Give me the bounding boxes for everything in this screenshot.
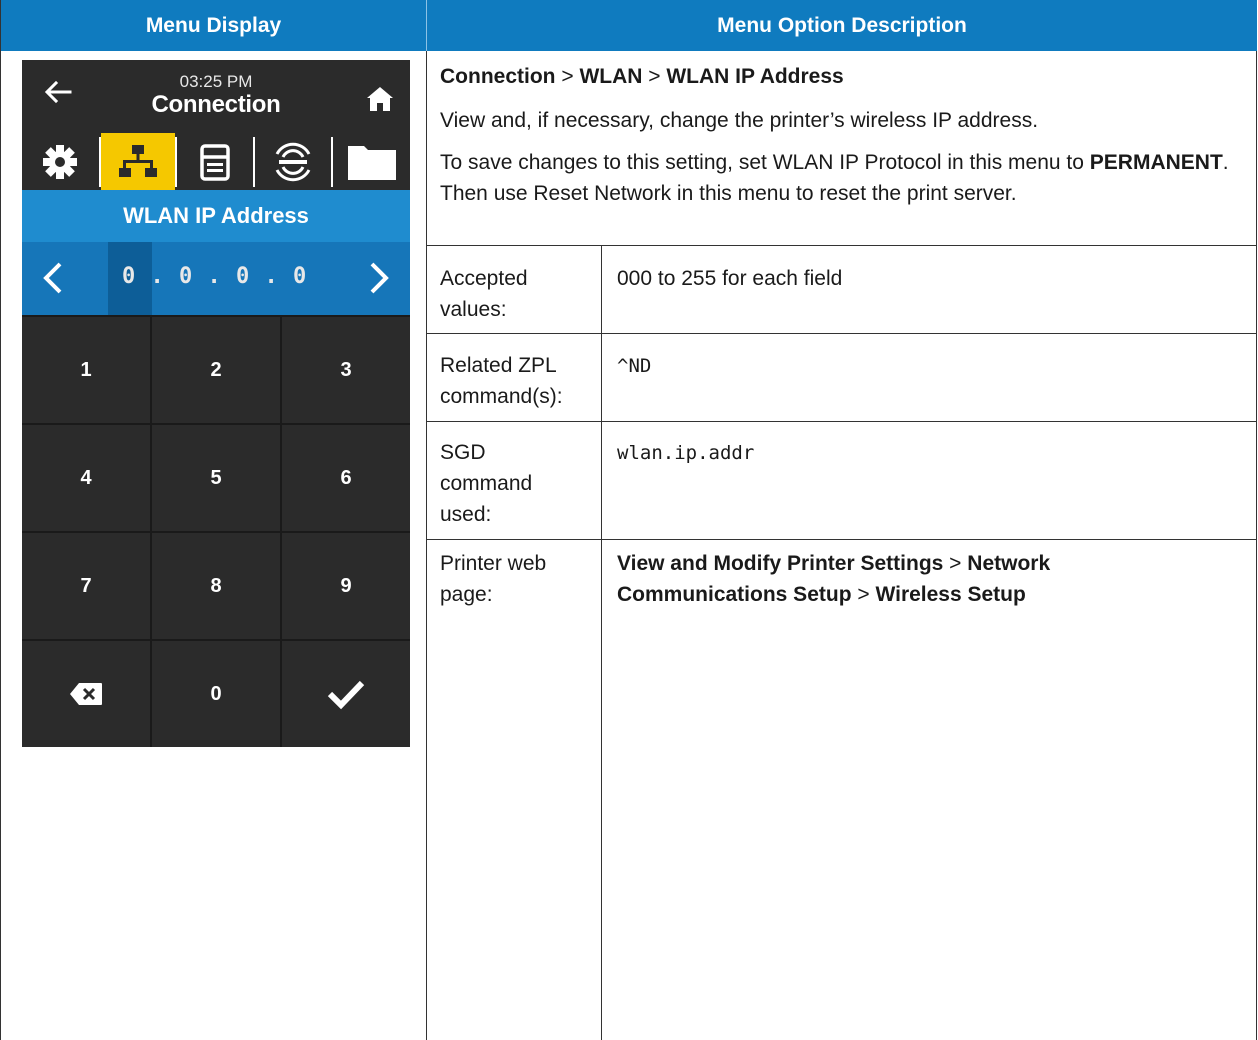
network-icon xyxy=(119,144,157,177)
option-note: To save changes to this setting, set WLA… xyxy=(440,147,1240,209)
backspace-icon xyxy=(70,683,102,705)
zpl-command-value: ^ND xyxy=(617,355,652,377)
key-9[interactable]: 9 xyxy=(282,533,410,639)
breadcrumb-wlan: WLAN xyxy=(579,65,643,88)
keypad: 1 2 3 4 5 6 7 8 9 0 xyxy=(22,315,410,747)
accepted-values-value: 000 to 255 for each field xyxy=(617,267,843,290)
tab-storage[interactable] xyxy=(333,133,410,190)
tab-rfid[interactable] xyxy=(255,133,331,190)
chevron-left-icon[interactable] xyxy=(34,258,74,298)
breadcrumb-separator: > xyxy=(642,65,667,88)
breadcrumb-wlan-ip-address: WLAN IP Address xyxy=(666,65,844,88)
note-permanent: PERMANENT xyxy=(1089,151,1223,174)
breadcrumb-connection: Connection xyxy=(440,65,556,88)
key-2[interactable]: 2 xyxy=(152,317,280,423)
zpl-command-label: Related ZPL command(s): xyxy=(440,354,563,408)
tab-print[interactable] xyxy=(177,133,253,190)
key-backspace[interactable] xyxy=(22,641,150,747)
column-divider xyxy=(426,51,427,1040)
printer-web-page-value: View and Modify Printer Settings > Netwo… xyxy=(617,548,1177,610)
gear-icon xyxy=(43,144,77,179)
printer-display-screenshot: 03:25 PM Connection WLAN IP Address 0 . … xyxy=(22,60,410,747)
row-divider xyxy=(427,245,1257,246)
printer-icon xyxy=(200,143,230,181)
key-1[interactable]: 1 xyxy=(22,317,150,423)
settings-table: Menu Display Menu Option Description 03:… xyxy=(0,0,1257,1040)
row-divider xyxy=(427,539,1257,540)
clock: 03:25 PM xyxy=(179,72,253,91)
sgd-command-label: SGD command used: xyxy=(440,441,533,526)
screen-subtitle: WLAN IP Address xyxy=(22,190,410,242)
chevron-right-icon[interactable] xyxy=(358,258,398,298)
menu-tab-bar xyxy=(22,133,410,190)
sgd-command-value: wlan.ip.addr xyxy=(617,442,755,464)
breadcrumb-separator: > xyxy=(555,65,580,88)
tab-connection[interactable] xyxy=(101,133,175,190)
menu-breadcrumb: Connection > WLAN > WLAN IP Address xyxy=(440,61,844,92)
web-path-part: Wireless Setup xyxy=(875,583,1026,606)
printer-web-page-label: Printer web page: xyxy=(440,552,547,606)
screen-title: Connection xyxy=(151,91,281,118)
key-confirm[interactable] xyxy=(282,641,410,747)
inner-column-divider xyxy=(601,245,602,1040)
accepted-values-label: Accepted values: xyxy=(440,267,528,321)
key-4[interactable]: 4 xyxy=(22,425,150,531)
row-divider xyxy=(427,421,1257,422)
option-summary: View and, if necessary, change the print… xyxy=(440,109,1039,132)
key-0[interactable]: 0 xyxy=(152,641,280,747)
header-menu-option-description: Menu Option Description xyxy=(427,0,1257,51)
header-menu-display: Menu Display xyxy=(1,0,427,51)
tab-settings[interactable] xyxy=(22,133,98,190)
key-8[interactable]: 8 xyxy=(152,533,280,639)
folder-icon xyxy=(347,145,396,180)
note-text: To save changes to this setting, set WLA… xyxy=(440,151,1090,174)
web-path-part: View and Modify Printer Settings xyxy=(617,552,944,575)
key-5[interactable]: 5 xyxy=(152,425,280,531)
key-3[interactable]: 3 xyxy=(282,317,410,423)
checkmark-icon xyxy=(327,680,365,710)
ip-address-value[interactable]: 0 . 0 . 0 . 0 xyxy=(122,264,307,289)
web-path-separator: > xyxy=(943,552,968,575)
row-divider xyxy=(427,333,1257,334)
ip-entry-bar: 0 . 0 . 0 . 0 xyxy=(22,242,410,315)
wireless-icon xyxy=(275,142,311,181)
key-6[interactable]: 6 xyxy=(282,425,410,531)
key-7[interactable]: 7 xyxy=(22,533,150,639)
web-path-separator: > xyxy=(851,583,876,606)
screen-top-bar: 03:25 PM Connection xyxy=(22,60,410,133)
home-icon[interactable] xyxy=(366,85,394,113)
